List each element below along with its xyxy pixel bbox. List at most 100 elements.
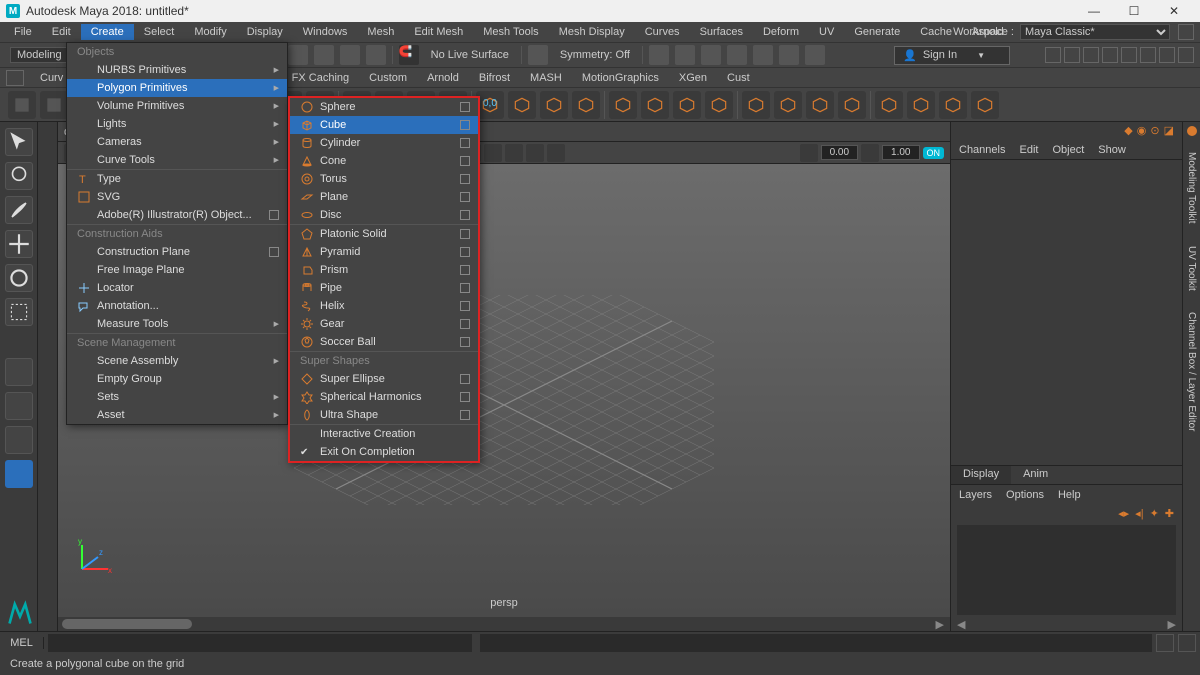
shelf-tab[interactable]: MASH (520, 70, 572, 86)
scale-tool[interactable] (5, 298, 33, 326)
lasso-tool[interactable] (5, 162, 33, 190)
shelf-icon[interactable] (806, 91, 834, 119)
menu-item-free-image-plane[interactable]: Free Image Plane (67, 261, 287, 279)
layer-list[interactable] (957, 525, 1176, 615)
shelf-icon[interactable] (875, 91, 903, 119)
options-box[interactable] (460, 283, 470, 293)
menu-item-torus[interactable]: Torus (290, 170, 478, 188)
sym-icon[interactable] (528, 45, 548, 65)
shelf-icon[interactable] (673, 91, 701, 119)
menu-curves[interactable]: Curves (635, 24, 690, 40)
tab-display[interactable]: Display (951, 466, 1011, 484)
cb-icon[interactable]: ⊙ (1150, 124, 1159, 138)
sidebar-toggle-icon[interactable] (1178, 24, 1194, 40)
options-box[interactable] (460, 410, 470, 420)
menu-item-cone[interactable]: Cone (290, 152, 478, 170)
options-box[interactable] (460, 229, 470, 239)
menu-item-interactive-creation[interactable]: Interactive Creation (290, 425, 478, 443)
toolbar-icon[interactable] (805, 45, 825, 65)
menu-mesh-tools[interactable]: Mesh Tools (473, 24, 548, 40)
menu-item-empty-group[interactable]: Empty Group (67, 370, 287, 388)
paint-tool[interactable] (5, 196, 33, 224)
shelf-icon[interactable] (907, 91, 935, 119)
command-input[interactable] (48, 634, 472, 652)
options-box[interactable] (460, 120, 470, 130)
shelf-tab[interactable]: MotionGraphics (572, 70, 669, 86)
tab-uv-toolkit[interactable]: UV Toolkit (1186, 240, 1197, 297)
options-box[interactable] (269, 247, 279, 257)
layout-tool[interactable] (5, 460, 33, 488)
cb-menu[interactable]: Object (1052, 144, 1084, 156)
move-tool[interactable] (5, 230, 33, 258)
options-box[interactable] (460, 102, 470, 112)
menu-edit-mesh[interactable]: Edit Mesh (404, 24, 473, 40)
symmetry-label[interactable]: Symmetry: Off (554, 49, 636, 61)
menu-file[interactable]: File (4, 24, 42, 40)
menu-edit[interactable]: Edit (42, 24, 81, 40)
shelf-icon[interactable] (742, 91, 770, 119)
layout-icon[interactable] (1045, 47, 1061, 63)
menu-item-spherical-harmonics[interactable]: Spherical Harmonics (290, 388, 478, 406)
shelf-icon[interactable] (641, 91, 669, 119)
vp-tool-icon[interactable] (547, 144, 565, 162)
menu-mesh[interactable]: Mesh (357, 24, 404, 40)
layout-icon[interactable] (1140, 47, 1156, 63)
shelf-icon[interactable] (8, 91, 36, 119)
far-clip[interactable]: 1.00 (882, 145, 919, 160)
layer-menu[interactable]: Help (1058, 489, 1081, 501)
layout-tool[interactable] (5, 392, 33, 420)
menu-item-prism[interactable]: Prism (290, 261, 478, 279)
options-box[interactable] (460, 374, 470, 384)
layout-icon[interactable] (1178, 47, 1194, 63)
scroll-right-icon[interactable]: ▶ (930, 618, 950, 631)
vp-tool-icon[interactable] (861, 144, 879, 162)
menu-modify[interactable]: Modify (184, 24, 236, 40)
options-box[interactable] (460, 247, 470, 257)
tab-channel-box[interactable]: Channel Box / Layer Editor (1186, 306, 1197, 438)
cb-icon[interactable]: ◆ (1124, 124, 1132, 138)
menu-item-volume-primitives[interactable]: Volume Primitives▶ (67, 97, 287, 115)
cb-menu[interactable]: Show (1098, 144, 1126, 156)
toolbar-icon[interactable] (340, 45, 360, 65)
menu-item-platonic-solid[interactable]: Platonic Solid (290, 225, 478, 243)
toolbar-icon[interactable] (314, 45, 334, 65)
options-box[interactable] (460, 174, 470, 184)
menu-item-helix[interactable]: Helix (290, 297, 478, 315)
menu-item-polygon-primitives[interactable]: Polygon Primitives▶ (67, 79, 287, 97)
near-clip[interactable]: 0.00 (821, 145, 858, 160)
menu-surfaces[interactable]: Surfaces (690, 24, 753, 40)
layer-menu[interactable]: Options (1006, 489, 1044, 501)
options-box[interactable] (460, 210, 470, 220)
tab-modeling-toolkit[interactable]: Modeling Toolkit (1186, 146, 1197, 230)
menu-item-sets[interactable]: Sets▶ (67, 388, 287, 406)
shelf-tab[interactable]: XGen (669, 70, 717, 86)
toolkit-icon[interactable] (1187, 126, 1197, 136)
menu-item-cube[interactable]: Cube (290, 116, 478, 134)
menu-item-cameras[interactable]: Cameras▶ (67, 133, 287, 151)
menu-mesh-display[interactable]: Mesh Display (549, 24, 635, 40)
options-box[interactable] (269, 210, 279, 220)
options-box[interactable] (460, 138, 470, 148)
menu-item-construction-plane[interactable]: Construction Plane (67, 243, 287, 261)
menu-item-lights[interactable]: Lights▶ (67, 115, 287, 133)
options-box[interactable] (460, 392, 470, 402)
layout-icon[interactable] (1064, 47, 1080, 63)
menu-item-pipe[interactable]: Pipe (290, 279, 478, 297)
menu-item-ultra-shape[interactable]: Ultra Shape (290, 406, 478, 424)
vp-tool-icon[interactable] (484, 144, 502, 162)
menu-deform[interactable]: Deform (753, 24, 809, 40)
timeline-thumb[interactable] (62, 619, 192, 629)
toolbar-icon[interactable] (753, 45, 773, 65)
cb-icon[interactable]: ◉ (1137, 124, 1147, 138)
time-slider[interactable]: ▶ (58, 617, 950, 631)
layout-icon[interactable] (1083, 47, 1099, 63)
menu-item-plane[interactable]: Plane (290, 188, 478, 206)
options-box[interactable] (460, 192, 470, 202)
menu-item-measure-tools[interactable]: Measure Tools▶ (67, 315, 287, 333)
toolbar-icon[interactable] (779, 45, 799, 65)
cmd-icon[interactable] (1178, 634, 1196, 652)
menu-item-scene-assembly[interactable]: Scene Assembly▶ (67, 352, 287, 370)
minimize-button[interactable]: — (1074, 0, 1114, 22)
shelf-icon[interactable] (40, 91, 68, 119)
shelf-icon[interactable] (774, 91, 802, 119)
